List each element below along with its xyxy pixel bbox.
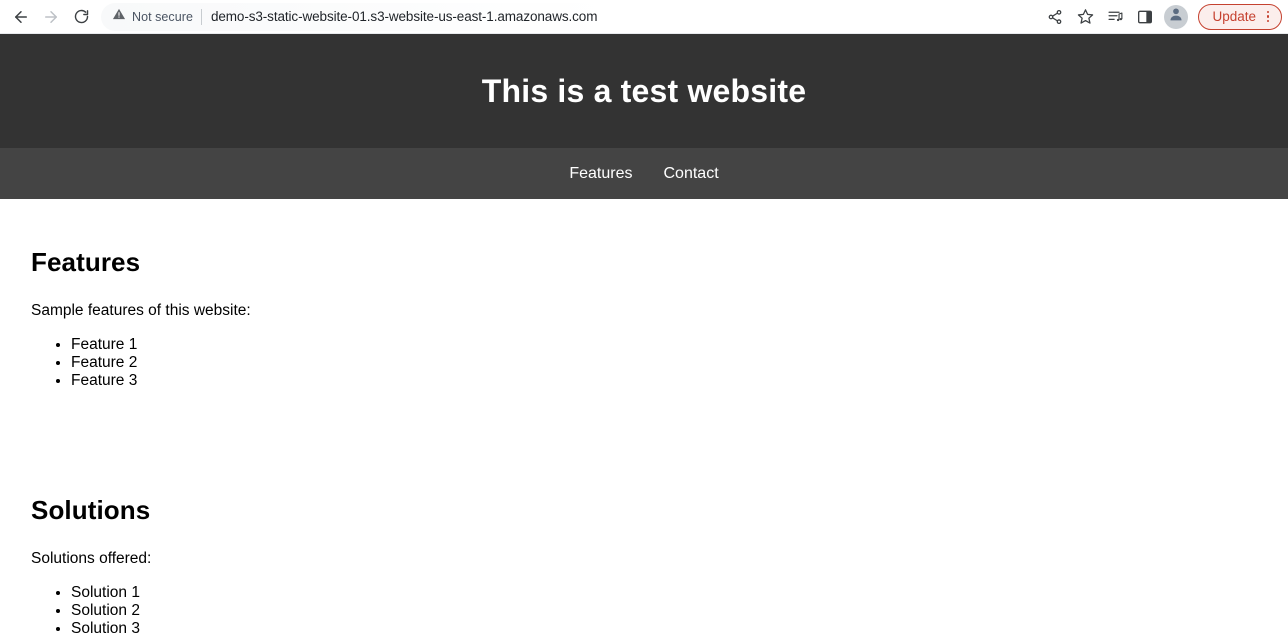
solutions-intro: Solutions offered: (31, 550, 152, 567)
features-intro: Sample features of this website: (31, 302, 251, 319)
bookmark-star-icon (1077, 8, 1094, 25)
warning-triangle-icon (112, 7, 126, 26)
three-dot-menu-icon[interactable] (1261, 10, 1277, 23)
back-button[interactable] (6, 2, 36, 32)
omnibox-divider (200, 8, 202, 25)
site-security-chip[interactable]: Not secure (112, 7, 193, 26)
list-item: Feature 2 (71, 354, 1257, 372)
list-item: Solution 2 (71, 602, 1257, 620)
browser-toolbar: Not secure demo-s3-static-website-01.s3-… (0, 0, 1288, 34)
nav-link-contact[interactable]: Contact (664, 165, 719, 183)
features-list: Feature 1 Feature 2 Feature 3 (31, 336, 1257, 390)
media-controls-icon (1107, 8, 1124, 25)
address-bar[interactable]: Not secure demo-s3-static-website-01.s3-… (101, 2, 1035, 31)
bookmark-button[interactable] (1070, 2, 1100, 32)
section-solutions: Solutions Solutions offered: Solution 1 … (31, 495, 1257, 638)
main-content: Features Sample features of this website… (0, 247, 1288, 638)
reload-button[interactable] (66, 2, 96, 32)
profile-avatar[interactable] (1164, 4, 1189, 29)
person-icon (1167, 5, 1185, 28)
page-viewport: This is a test website Features Contact … (0, 34, 1288, 638)
side-panel-button[interactable] (1130, 2, 1160, 32)
features-heading: Features (31, 247, 141, 277)
update-button[interactable]: Update (1198, 3, 1282, 30)
solutions-heading: Solutions (31, 495, 151, 525)
list-item: Feature 3 (71, 372, 1257, 390)
list-item: Solution 1 (71, 584, 1257, 602)
nav-link-features[interactable]: Features (569, 165, 632, 183)
share-button[interactable] (1040, 2, 1070, 32)
page-title: This is a test website (481, 72, 807, 109)
forward-arrow-icon (42, 8, 60, 26)
back-arrow-icon (12, 8, 30, 26)
forward-button[interactable] (36, 2, 66, 32)
url-text: demo-s3-static-website-01.s3-website-us-… (210, 9, 598, 24)
side-panel-icon (1137, 9, 1153, 25)
security-status-label: Not secure (132, 9, 193, 24)
site-header: This is a test website (0, 34, 1288, 148)
reload-icon (73, 8, 90, 25)
list-item: Feature 1 (71, 336, 1257, 354)
navigation-buttons (0, 2, 96, 32)
section-features: Features Sample features of this website… (31, 247, 1257, 390)
solutions-list: Solution 1 Solution 2 Solution 3 (31, 584, 1257, 638)
list-item: Solution 3 (71, 620, 1257, 638)
site-nav: Features Contact (0, 148, 1288, 199)
share-icon (1047, 9, 1063, 25)
media-controls-button[interactable] (1100, 2, 1130, 32)
update-button-label: Update (1212, 9, 1256, 24)
toolbar-actions: Update (1040, 2, 1288, 32)
